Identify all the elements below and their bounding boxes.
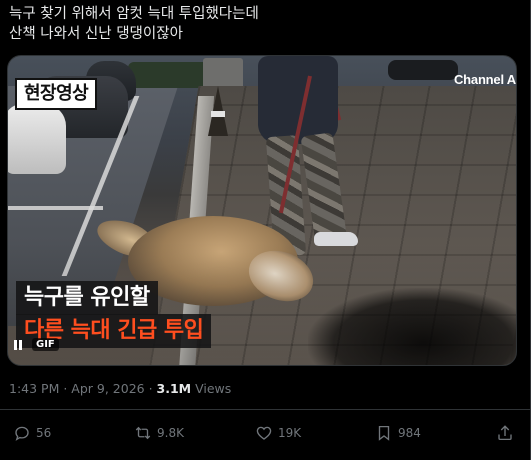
like-button[interactable]: 19K (255, 424, 301, 442)
reply-button[interactable]: 56 (13, 424, 51, 442)
gif-controls: GIF (12, 338, 59, 351)
like-count: 19K (278, 426, 302, 440)
views-label: Views (191, 381, 232, 396)
reply-count: 56 (36, 426, 52, 440)
bookmark-count: 984 (398, 426, 421, 440)
bookmark-icon (378, 425, 390, 441)
caption-line-1: 늑구를 유인할 (16, 281, 158, 315)
tweet-actions: 56 9.8K 19K 984 (0, 424, 531, 450)
reply-icon (15, 426, 29, 441)
tweet-text-line-1: 늑구 찾기 위해서 암컷 늑대 투입했다는데 (9, 6, 259, 22)
share-icon (498, 425, 512, 441)
tweet-text-line-2: 산책 나와서 신난 댕댕이잖아 (9, 26, 183, 42)
meta-separator: · (59, 381, 72, 396)
repost-icon (135, 426, 151, 440)
heart-icon (256, 426, 272, 440)
tweet-date[interactable]: Apr 9, 2026 (71, 381, 144, 396)
channel-logo: Channel A (454, 72, 516, 87)
tweet-text: 늑구 찾기 위해서 암컷 늑대 투입했다는데 산책 나와서 신난 댕댕이잖아 (9, 4, 519, 44)
meta-separator: · (144, 381, 157, 396)
gif-label: GIF (32, 338, 59, 351)
pause-icon[interactable] (12, 339, 24, 351)
channel-logo-text: Channel A (453, 72, 516, 87)
tweet-time[interactable]: 1:43 PM (9, 381, 59, 396)
tweet-media-gif[interactable]: 현장영상 Channel A 늑구를 유인할 다른 늑대 긴급 투입 GIF (7, 55, 517, 366)
share-button[interactable] (496, 424, 514, 442)
repost-button[interactable]: 9.8K (134, 424, 184, 442)
repost-count: 9.8K (157, 426, 184, 440)
live-footage-badge: 현장영상 (15, 78, 98, 110)
views-count[interactable]: 3.1M (157, 381, 192, 396)
divider (0, 409, 531, 410)
bookmark-button[interactable]: 984 (375, 424, 421, 442)
tweet-meta: 1:43 PM · Apr 9, 2026 · 3.1M Views (9, 381, 231, 396)
